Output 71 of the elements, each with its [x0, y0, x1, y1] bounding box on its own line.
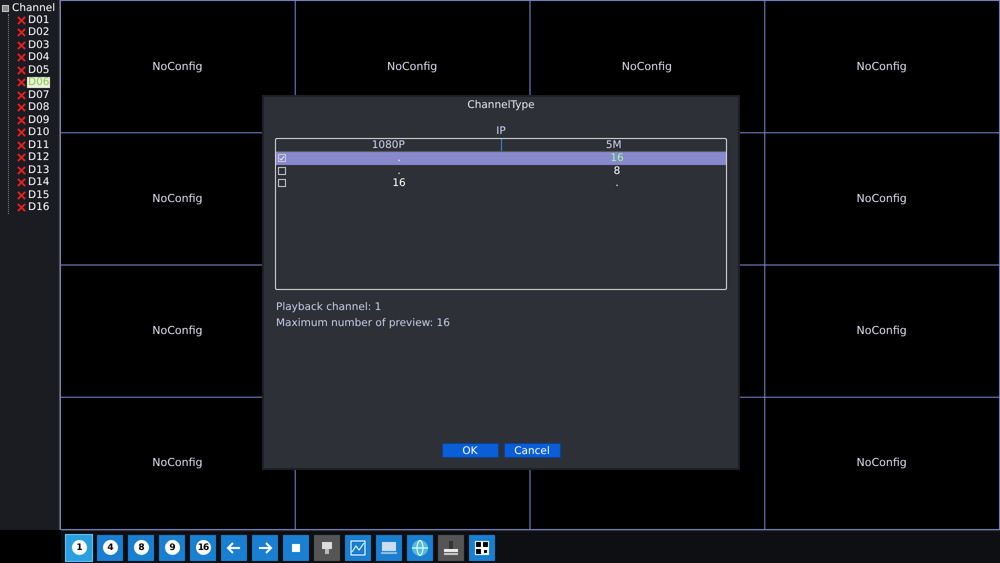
tile-status: NoConfig [152, 456, 202, 470]
toolbar-button[interactable] [469, 534, 495, 560]
toolbar-button[interactable]: 9 [159, 534, 185, 560]
channel-item[interactable]: D15 [27, 190, 50, 201]
toolbar-button[interactable]: 16 [190, 534, 216, 560]
cross-icon [17, 178, 26, 188]
tree-root-label[interactable]: Channel [11, 2, 56, 14]
checkbox[interactable] [278, 166, 286, 175]
cross-icon [17, 103, 26, 112]
group-label: IP [496, 125, 506, 137]
globe-icon [410, 538, 430, 558]
cancel-button[interactable]: Cancel [504, 443, 560, 458]
toolbar-button[interactable]: 1 [66, 534, 92, 560]
tile-status: NoConfig [856, 60, 907, 73]
cross-icon [17, 166, 26, 175]
cross-icon [17, 16, 26, 25]
channel-item[interactable]: D16 [27, 202, 50, 214]
table-cell-text: 8 [612, 164, 622, 177]
channel-item[interactable]: D11 [27, 140, 50, 151]
cross-icon [17, 153, 26, 162]
table-cell-text: . [396, 152, 402, 164]
column-header: 5M [604, 139, 623, 151]
tile-status: NoConfig [856, 456, 907, 470]
cross-icon [17, 203, 26, 212]
toolbar-button[interactable] [438, 534, 464, 560]
channel-item[interactable]: D03 [27, 40, 50, 51]
cross-icon [17, 66, 26, 75]
channel-item[interactable]: D07 [27, 90, 50, 101]
expand-toggle[interactable] [2, 4, 9, 12]
channel-item[interactable]: D09 [27, 114, 50, 126]
channel-item[interactable]: D14 [27, 177, 50, 188]
toolbar-button[interactable]: 4 [97, 534, 123, 560]
chart-icon [348, 538, 368, 558]
tile-status: NoConfig [856, 192, 907, 205]
channel-item[interactable]: D01 [27, 14, 50, 26]
table-cell-text: 16 [609, 152, 625, 164]
checkbox[interactable] [278, 179, 286, 188]
dialog-title: ChannelType [467, 99, 535, 111]
cross-icon [17, 40, 26, 50]
cross-icon [17, 90, 26, 100]
channel-item[interactable]: D08 [27, 102, 50, 114]
table-row[interactable]: 16 . [276, 177, 726, 190]
tile-status: NoConfig [386, 60, 438, 73]
cross-icon [17, 190, 26, 200]
info-text: Playback channel: 1 [276, 300, 382, 315]
cross-icon [17, 116, 26, 125]
tile-status: NoConfig [152, 192, 202, 205]
table-cell-text: 16 [391, 177, 407, 190]
cross-icon [17, 128, 26, 138]
tile-status: NoConfig [622, 60, 672, 73]
table-cell-text: . [396, 164, 402, 177]
table-row[interactable]: . 8 [276, 164, 726, 177]
channel-item[interactable]: D05 [27, 64, 50, 76]
tile-status: NoConfig [856, 324, 907, 338]
channel-item[interactable]: D02 [27, 27, 50, 38]
cross-icon [17, 78, 26, 88]
tile-status: NoConfig [152, 324, 202, 338]
tile-status: NoConfig [152, 60, 202, 73]
toolbar-button[interactable]: 8 [128, 534, 154, 560]
cross-icon [17, 53, 26, 62]
info-text: Maximum number of preview: 16 [276, 316, 451, 331]
channel-item[interactable]: D04 [27, 52, 50, 64]
column-header: 1080P [276, 139, 502, 151]
cross-icon [17, 28, 26, 38]
table-cell-text: . [614, 177, 620, 190]
channel-item[interactable]: D12 [27, 152, 50, 164]
channel-item[interactable]: D13 [27, 164, 50, 176]
channel-item[interactable]: D10 [27, 127, 50, 138]
cross-icon [17, 140, 26, 150]
checkbox[interactable] [278, 154, 286, 162]
ok-button[interactable]: OK [442, 443, 498, 458]
